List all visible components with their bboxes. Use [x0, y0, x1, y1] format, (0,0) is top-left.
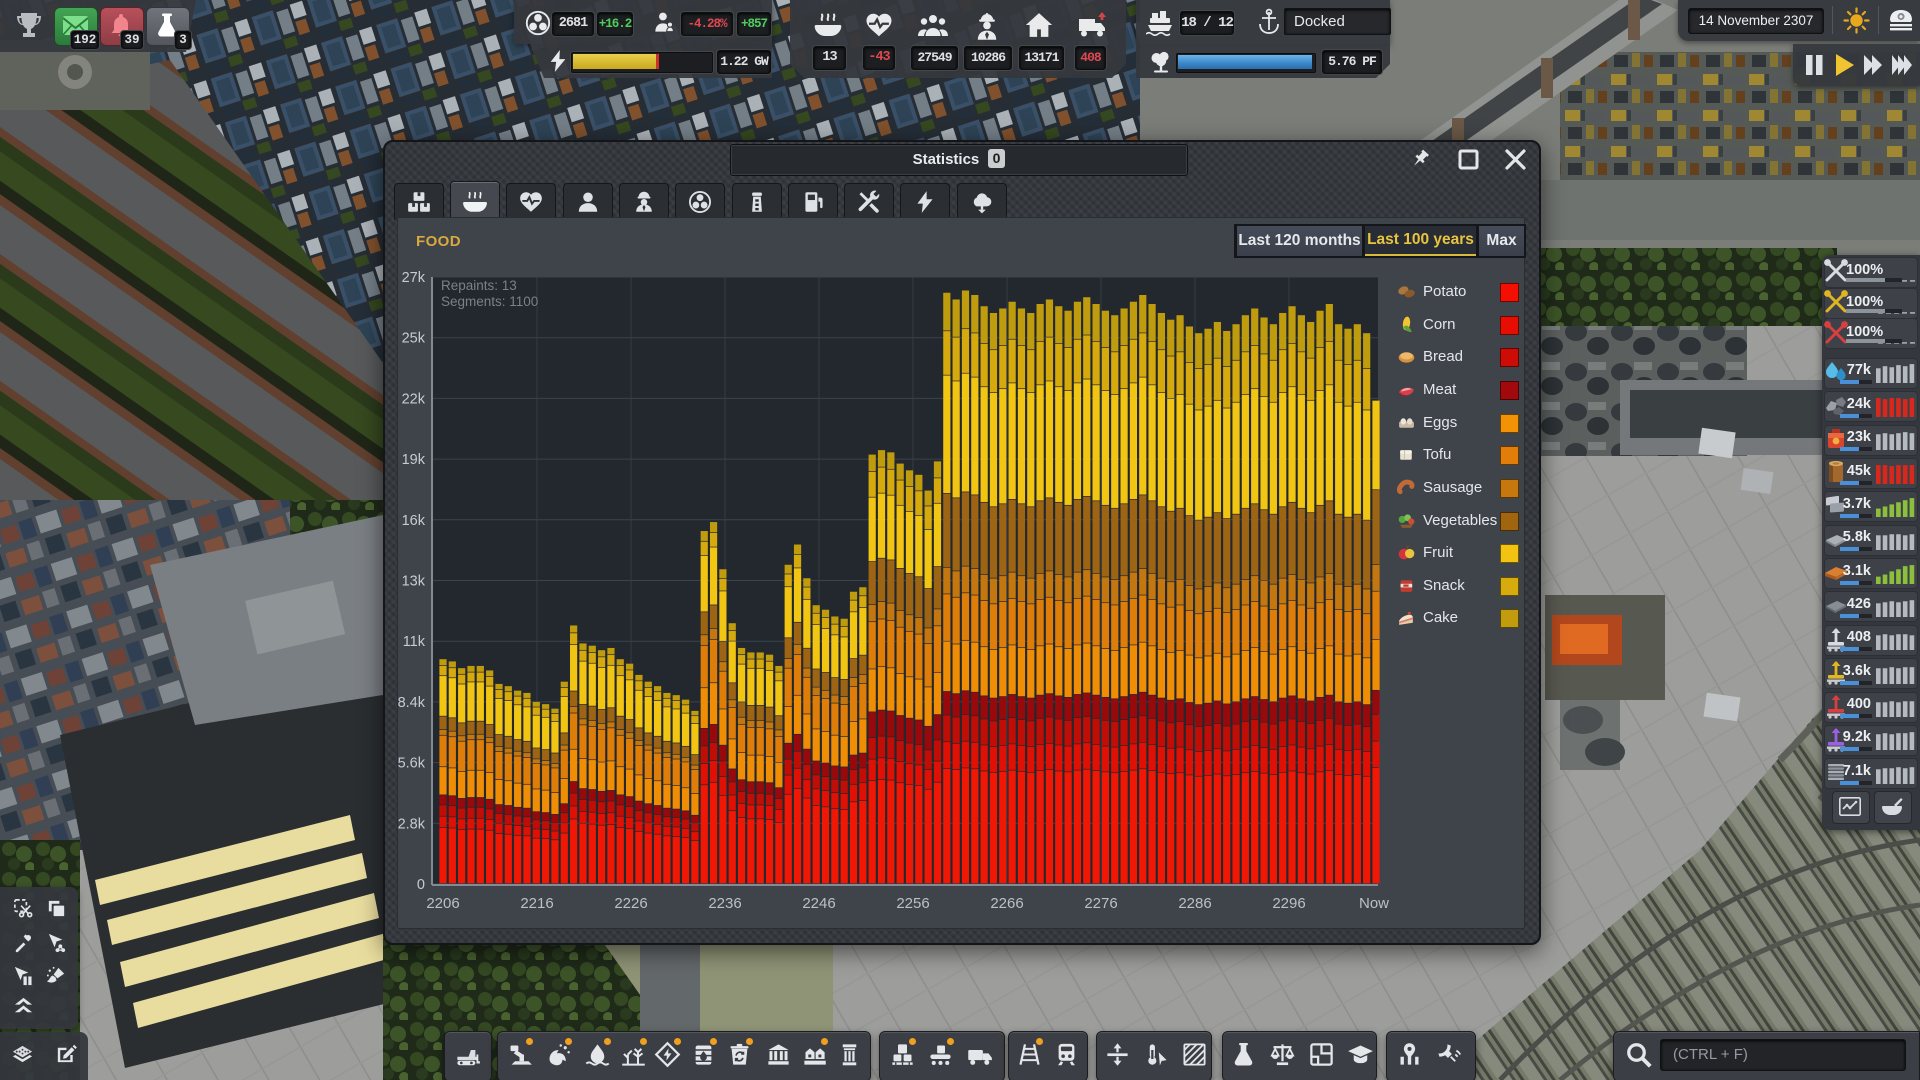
svg-text:5.6k: 5.6k — [398, 756, 426, 772]
svg-text:25k: 25k — [402, 331, 426, 347]
svg-text:Now: Now — [1359, 895, 1389, 912]
svg-text:19k: 19k — [402, 452, 426, 468]
svg-text:2236: 2236 — [708, 895, 741, 912]
svg-text:8.4k: 8.4k — [398, 695, 426, 711]
svg-text:11k: 11k — [403, 634, 426, 650]
svg-text:Segments: 1100: Segments: 1100 — [441, 294, 538, 309]
svg-text:2216: 2216 — [520, 895, 553, 912]
svg-text:2286: 2286 — [1178, 895, 1211, 912]
svg-text:13k: 13k — [402, 574, 426, 590]
svg-text:0: 0 — [417, 877, 425, 893]
svg-text:27k: 27k — [402, 270, 426, 286]
svg-text:22k: 22k — [402, 391, 426, 407]
svg-text:16k: 16k — [402, 513, 426, 529]
svg-text:2246: 2246 — [802, 895, 835, 912]
svg-text:2256: 2256 — [896, 895, 929, 912]
svg-text:2296: 2296 — [1272, 895, 1305, 912]
svg-text:2226: 2226 — [614, 895, 647, 912]
svg-text:2276: 2276 — [1084, 895, 1117, 912]
svg-text:2.8k: 2.8k — [398, 816, 426, 832]
svg-text:2266: 2266 — [990, 895, 1023, 912]
svg-text:2206: 2206 — [426, 895, 459, 912]
svg-text:Repaints: 13: Repaints: 13 — [441, 278, 517, 293]
